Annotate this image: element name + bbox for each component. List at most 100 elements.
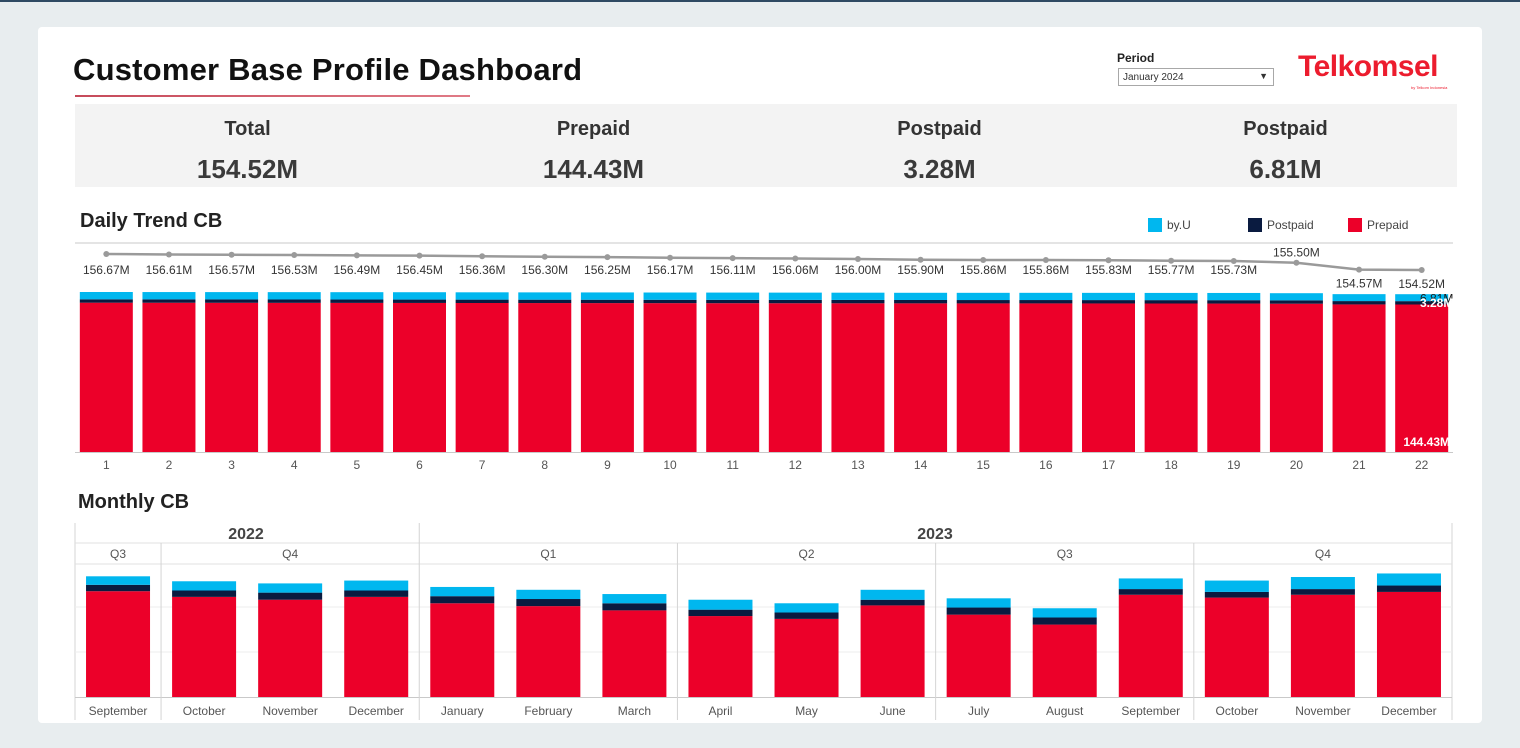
daily-bar-byu[interactable] — [894, 292, 948, 300]
daily-bar-postpaid[interactable] — [706, 299, 760, 304]
monthly-bar-prepaid[interactable] — [516, 606, 581, 697]
daily-total-point[interactable] — [854, 255, 861, 262]
daily-bar-postpaid[interactable] — [455, 299, 509, 303]
daily-bar-prepaid[interactable] — [706, 303, 760, 452]
daily-total-point[interactable] — [1356, 266, 1363, 273]
monthly-bar-byu[interactable] — [860, 589, 925, 600]
daily-bar-postpaid[interactable] — [580, 299, 634, 304]
daily-bar-prepaid[interactable] — [580, 303, 634, 452]
monthly-bar-postpaid[interactable] — [602, 603, 667, 611]
daily-bar-prepaid[interactable] — [393, 302, 446, 452]
daily-bar-prepaid[interactable] — [455, 302, 509, 452]
monthly-bar-prepaid[interactable] — [1290, 594, 1355, 697]
monthly-bar-byu[interactable] — [774, 603, 839, 613]
daily-bar-byu[interactable] — [330, 292, 384, 300]
monthly-bar-byu[interactable] — [602, 594, 667, 604]
daily-bar-prepaid[interactable] — [1395, 304, 1449, 452]
monthly-bar-byu[interactable] — [430, 586, 495, 597]
daily-bar-byu[interactable] — [455, 292, 509, 300]
daily-bar-postpaid[interactable] — [1144, 300, 1198, 304]
monthly-bar-postpaid[interactable] — [1204, 591, 1269, 598]
daily-bar-postpaid[interactable] — [643, 299, 697, 304]
monthly-bar-byu[interactable] — [1204, 580, 1269, 592]
monthly-bar-prepaid[interactable] — [172, 596, 237, 697]
daily-bar-postpaid[interactable] — [1019, 300, 1073, 304]
daily-bar-byu[interactable] — [1144, 292, 1198, 301]
daily-bar-postpaid[interactable] — [267, 299, 321, 303]
daily-bar-postpaid[interactable] — [956, 300, 1010, 304]
monthly-bar-prepaid[interactable] — [688, 616, 753, 697]
daily-bar-postpaid[interactable] — [1082, 300, 1135, 304]
monthly-bar-byu[interactable] — [258, 583, 323, 593]
daily-bar-postpaid[interactable] — [1332, 301, 1386, 305]
monthly-bar-byu[interactable] — [1118, 578, 1183, 590]
daily-bar-prepaid[interactable] — [956, 303, 1010, 452]
daily-total-point[interactable] — [1418, 267, 1425, 273]
monthly-bar-prepaid[interactable] — [1118, 594, 1183, 697]
daily-total-point[interactable] — [228, 251, 235, 258]
daily-bar-byu[interactable] — [956, 292, 1010, 301]
daily-total-point[interactable] — [479, 253, 486, 260]
daily-bar-byu[interactable] — [205, 292, 259, 300]
daily-bar-prepaid[interactable] — [142, 302, 196, 452]
daily-bar-postpaid[interactable] — [831, 299, 885, 304]
monthly-bar-prepaid[interactable] — [258, 599, 323, 697]
daily-bar-prepaid[interactable] — [768, 303, 822, 452]
daily-bar-prepaid[interactable] — [831, 303, 885, 452]
monthly-bar-postpaid[interactable] — [774, 612, 839, 619]
monthly-bar-prepaid[interactable] — [1376, 591, 1441, 697]
monthly-bar-postpaid[interactable] — [1032, 617, 1097, 625]
daily-bar-postpaid[interactable] — [894, 299, 948, 304]
daily-total-point[interactable] — [792, 255, 799, 262]
daily-bar-byu[interactable] — [580, 292, 634, 300]
daily-total-point[interactable] — [729, 255, 736, 262]
monthly-bar-byu[interactable] — [1376, 573, 1441, 586]
monthly-bar-prepaid[interactable] — [86, 591, 151, 697]
monthly-bar-byu[interactable] — [516, 589, 581, 600]
daily-bar-prepaid[interactable] — [1019, 303, 1073, 452]
monthly-bar-postpaid[interactable] — [1376, 585, 1441, 592]
daily-total-point[interactable] — [416, 252, 423, 259]
daily-bar-byu[interactable] — [706, 292, 760, 300]
monthly-bar-postpaid[interactable] — [1290, 589, 1355, 595]
daily-bar-byu[interactable] — [643, 292, 697, 300]
daily-bar-byu[interactable] — [831, 292, 885, 300]
monthly-bar-postpaid[interactable] — [516, 599, 581, 607]
monthly-bar-byu[interactable] — [344, 580, 409, 591]
daily-bar-byu[interactable] — [142, 292, 196, 300]
monthly-bar-postpaid[interactable] — [1118, 589, 1183, 595]
monthly-bar-prepaid[interactable] — [344, 596, 409, 697]
daily-total-point[interactable] — [1293, 259, 1300, 266]
daily-total-point[interactable] — [291, 252, 298, 259]
monthly-bar-postpaid[interactable] — [86, 584, 151, 592]
monthly-bar-byu[interactable] — [1290, 577, 1355, 590]
monthly-bar-byu[interactable] — [86, 576, 151, 585]
daily-bar-byu[interactable] — [1019, 292, 1073, 301]
monthly-bar-postpaid[interactable] — [172, 590, 237, 597]
daily-total-point[interactable] — [353, 252, 360, 259]
daily-bar-prepaid[interactable] — [643, 303, 697, 452]
daily-bar-prepaid[interactable] — [1144, 303, 1198, 452]
daily-bar-prepaid[interactable] — [1269, 303, 1323, 452]
daily-bar-byu[interactable] — [1082, 292, 1135, 301]
daily-bar-byu[interactable] — [1207, 292, 1261, 301]
daily-bar-prepaid[interactable] — [894, 303, 948, 452]
monthly-bar-byu[interactable] — [1032, 608, 1097, 618]
daily-bar-postpaid[interactable] — [1269, 300, 1323, 304]
monthly-bar-postpaid[interactable] — [688, 609, 753, 617]
daily-bar-byu[interactable] — [79, 292, 133, 300]
daily-bar-postpaid[interactable] — [142, 299, 196, 303]
daily-bar-prepaid[interactable] — [1082, 303, 1135, 452]
daily-bar-postpaid[interactable] — [205, 299, 259, 303]
daily-bar-prepaid[interactable] — [1332, 304, 1386, 452]
monthly-bar-postpaid[interactable] — [946, 607, 1011, 615]
monthly-bar-byu[interactable] — [172, 581, 237, 591]
daily-bar-prepaid[interactable] — [518, 303, 572, 452]
daily-bar-prepaid[interactable] — [267, 302, 321, 452]
daily-bar-postpaid[interactable] — [768, 299, 822, 304]
daily-total-point[interactable] — [541, 253, 548, 260]
monthly-bar-prepaid[interactable] — [860, 605, 925, 697]
daily-bar-byu[interactable] — [1332, 294, 1386, 302]
daily-bar-byu[interactable] — [518, 292, 572, 300]
daily-bar-byu[interactable] — [768, 292, 822, 300]
